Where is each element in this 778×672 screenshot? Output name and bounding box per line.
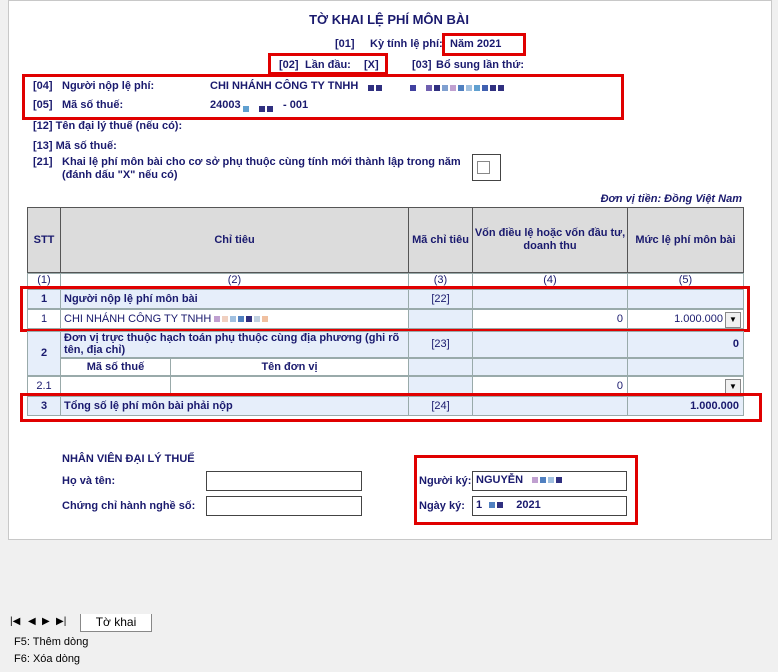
col-indicator-header: Chỉ tiêu	[60, 207, 409, 273]
highlight-row1	[20, 286, 750, 332]
signer-label: Người ký:	[419, 475, 472, 487]
prev-sheet-icon[interactable]: ◀	[28, 616, 36, 627]
row2-code: [23]	[408, 331, 473, 358]
row2-col-taxcode: Mã số thuế	[60, 358, 171, 376]
row2-stt: 2	[27, 331, 61, 376]
agent-name-label: [12] Tên đại lý thuế (nếu có):	[33, 120, 183, 132]
row2-capital	[472, 331, 628, 358]
field04-label: Người nộp lệ phí:	[62, 80, 155, 92]
row2-fee: 0	[627, 331, 744, 358]
field01-label: Kỳ tính lệ phí:	[370, 38, 443, 50]
sign-date-input[interactable]: 1 2021	[472, 496, 627, 516]
tax-code-a: 24003	[210, 99, 241, 111]
signer-input[interactable]: NGUYỄN	[472, 471, 627, 491]
row2-col-unitname: Tên đơn vị	[170, 358, 409, 376]
highlight-first-time	[268, 53, 388, 75]
col-capital-header: Vốn điều lệ hoặc vốn đầu tư, doanh thu	[472, 207, 628, 273]
agent-name-input[interactable]	[206, 471, 362, 491]
field05-code: [05]	[33, 99, 53, 111]
date-label: Ngày ký:	[419, 500, 465, 512]
agent-name-field-label: Họ và tên:	[62, 475, 116, 487]
col-code-header: Mã chỉ tiêu	[408, 207, 473, 273]
field21-checkbox-frame	[472, 154, 501, 181]
next-sheet-icon[interactable]: ▶	[42, 616, 50, 627]
field04-code: [04]	[33, 80, 53, 92]
agent-section-title: NHÂN VIÊN ĐẠI LÝ THUẾ	[62, 453, 195, 465]
tab-to-khai[interactable]: Tờ khai	[80, 614, 152, 632]
field03-label: Bổ sung lần thứ:	[436, 59, 525, 71]
redacted-name	[368, 82, 506, 94]
date-value-b: 2021	[516, 499, 541, 511]
taxpayer-name: CHI NHÁNH CÔNG TY TNHH	[210, 80, 359, 92]
currency-note: Đơn vị tiền: Đồng Việt Nam	[600, 193, 742, 205]
shortcut-f5: F5: Thêm dòng	[14, 636, 89, 648]
last-sheet-icon[interactable]: ▶|	[56, 616, 66, 627]
redacted-date	[489, 499, 513, 511]
col-fee-header: Mức lệ phí môn bài	[627, 207, 744, 273]
field21-code: [21]	[33, 156, 53, 168]
field21-text: Khai lệ phí môn bài cho cơ sở phụ thuộc …	[62, 156, 461, 181]
col-stt-header: STT	[27, 207, 61, 273]
sheet-tab-bar: |◀ ◀ ▶ ▶| Tờ khai	[8, 614, 770, 632]
agent-cert-input[interactable]	[206, 496, 362, 516]
agent-cert-label: Chứng chỉ hành nghề số:	[62, 500, 196, 512]
row2-sub-code	[408, 358, 473, 376]
signer-value: NGUYỄN	[476, 474, 524, 486]
shortcut-f6: F6: Xóa dòng	[14, 653, 81, 665]
agent-tax-label: [13] Mã số thuế:	[33, 140, 117, 152]
row2-sub-fee	[627, 358, 744, 376]
form-title: TỜ KHAI LỆ PHÍ MÔN BÀI	[309, 12, 469, 27]
tax-code-b: - 001	[283, 99, 309, 111]
date-value-a: 1	[476, 499, 483, 511]
first-sheet-icon[interactable]: |◀	[10, 616, 20, 627]
field01-code: [01]	[335, 38, 355, 50]
field03-code: [03]	[412, 59, 432, 71]
highlight-row3	[20, 393, 762, 422]
row2-sub-capital	[472, 358, 628, 376]
redacted-signer	[532, 474, 564, 486]
field21-checkbox[interactable]	[477, 161, 490, 174]
field05-label: Mã số thuế:	[62, 99, 124, 111]
row2-label: Đơn vị trực thuộc hạch toán phụ thuộc cù…	[60, 331, 409, 358]
redacted-tax-code	[243, 103, 275, 115]
highlight-period	[442, 33, 526, 56]
